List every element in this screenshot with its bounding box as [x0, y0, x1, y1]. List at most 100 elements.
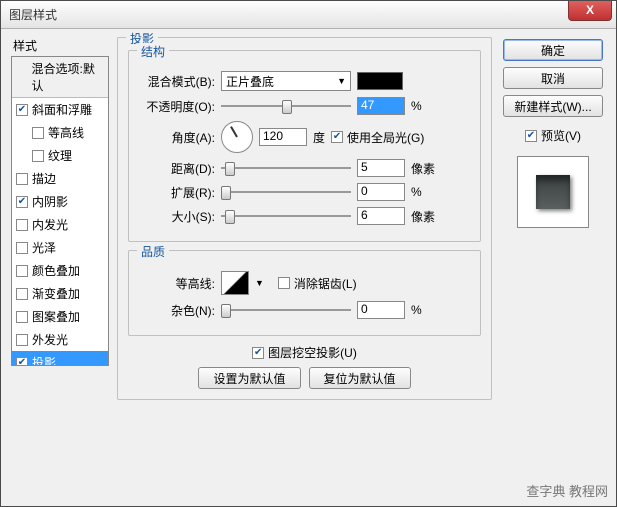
style-item[interactable]: 内阴影	[12, 190, 108, 213]
style-item[interactable]: 描边	[12, 167, 108, 190]
dialog-body: 样式 混合选项:默认 斜面和浮雕等高线纹理描边内阴影内发光光泽颜色叠加渐变叠加图…	[1, 29, 616, 506]
checkbox-icon[interactable]	[16, 357, 28, 367]
style-item[interactable]: 光泽	[12, 236, 108, 259]
style-item-label: 图案叠加	[32, 308, 80, 325]
checkbox-icon	[525, 130, 537, 142]
structure-title: 结构	[137, 43, 169, 60]
checkbox-icon[interactable]	[16, 196, 28, 208]
style-item[interactable]: 斜面和浮雕	[12, 98, 108, 121]
reset-default-button[interactable]: 复位为默认值	[309, 367, 411, 389]
size-unit: 像素	[411, 208, 435, 225]
angle-row: 角度(A): 120 度 使用全局光(G)	[139, 121, 470, 153]
style-item-label: 渐变叠加	[32, 285, 80, 302]
noise-input[interactable]: 0	[357, 301, 405, 319]
global-light-label: 使用全局光(G)	[347, 129, 424, 146]
preview-label: 预览(V)	[541, 127, 581, 144]
size-row: 大小(S): 6 像素	[139, 207, 470, 225]
style-item-label: 外发光	[32, 331, 68, 348]
noise-row: 杂色(N): 0 %	[139, 301, 470, 319]
default-buttons-row: 设置为默认值 复位为默认值	[128, 367, 481, 389]
opacity-input[interactable]: 47	[357, 97, 405, 115]
antialias-checkbox[interactable]: 消除锯齿(L)	[278, 275, 357, 292]
style-item[interactable]: 渐变叠加	[12, 282, 108, 305]
style-item-label: 斜面和浮雕	[32, 101, 92, 118]
checkbox-icon[interactable]	[16, 104, 28, 116]
noise-slider[interactable]	[221, 302, 351, 318]
global-light-checkbox[interactable]: 使用全局光(G)	[331, 129, 424, 146]
spread-slider[interactable]	[221, 184, 351, 200]
style-item-label: 等高线	[48, 124, 84, 141]
antialias-label: 消除锯齿(L)	[294, 275, 357, 292]
window-title: 图层样式	[9, 6, 57, 23]
ok-button[interactable]: 确定	[503, 39, 603, 61]
angle-input[interactable]: 120	[259, 128, 307, 146]
spread-input[interactable]: 0	[357, 183, 405, 201]
style-item[interactable]: 图案叠加	[12, 305, 108, 328]
knockout-checkbox[interactable]: 图层挖空投影(U)	[252, 344, 357, 361]
angle-label: 角度(A):	[139, 129, 215, 146]
distance-input[interactable]: 5	[357, 159, 405, 177]
checkbox-icon[interactable]	[16, 334, 28, 346]
preview-swatch	[517, 156, 589, 228]
center-column: 投影 结构 混合模式(B): 正片叠底 ▼ 不透明度(O):	[117, 37, 492, 496]
blend-mode-row: 混合模式(B): 正片叠底 ▼	[139, 71, 470, 91]
shadow-color-swatch[interactable]	[357, 72, 403, 90]
distance-slider[interactable]	[221, 160, 351, 176]
opacity-row: 不透明度(O): 47 %	[139, 97, 470, 115]
drop-shadow-group: 投影 结构 混合模式(B): 正片叠底 ▼ 不透明度(O):	[117, 37, 492, 400]
style-item-label: 光泽	[32, 239, 56, 256]
angle-dial[interactable]	[221, 121, 253, 153]
opacity-slider[interactable]	[221, 98, 351, 114]
style-item[interactable]: 纹理	[12, 144, 108, 167]
structure-group: 结构 混合模式(B): 正片叠底 ▼ 不透明度(O):	[128, 50, 481, 242]
left-column: 样式 混合选项:默认 斜面和浮雕等高线纹理描边内阴影内发光光泽颜色叠加渐变叠加图…	[11, 37, 109, 496]
distance-label: 距离(D):	[139, 160, 215, 177]
distance-unit: 像素	[411, 160, 435, 177]
style-item[interactable]: 外发光	[12, 328, 108, 351]
style-item[interactable]: 内发光	[12, 213, 108, 236]
angle-unit: 度	[313, 129, 325, 146]
knockout-label: 图层挖空投影(U)	[268, 344, 357, 361]
checkbox-icon	[331, 131, 343, 143]
checkbox-icon	[252, 347, 264, 359]
checkbox-icon[interactable]	[32, 127, 44, 139]
checkbox-icon[interactable]	[16, 219, 28, 231]
blend-mode-value: 正片叠底	[226, 73, 274, 90]
style-list: 混合选项:默认 斜面和浮雕等高线纹理描边内阴影内发光光泽颜色叠加渐变叠加图案叠加…	[11, 56, 109, 366]
blend-options-header[interactable]: 混合选项:默认	[12, 57, 108, 98]
size-label: 大小(S):	[139, 208, 215, 225]
checkbox-icon[interactable]	[32, 150, 44, 162]
spread-row: 扩展(R): 0 %	[139, 183, 470, 201]
contour-dropdown-icon[interactable]: ▼	[255, 278, 264, 288]
style-item[interactable]: 颜色叠加	[12, 259, 108, 282]
spread-label: 扩展(R):	[139, 184, 215, 201]
close-button[interactable]: X	[568, 1, 612, 21]
contour-picker[interactable]	[221, 271, 249, 295]
preview-checkbox[interactable]: 预览(V)	[525, 127, 581, 144]
noise-unit: %	[411, 303, 422, 317]
checkbox-icon[interactable]	[16, 288, 28, 300]
titlebar: 图层样式 X	[1, 1, 616, 29]
opacity-label: 不透明度(O):	[139, 98, 215, 115]
checkbox-icon[interactable]	[16, 173, 28, 185]
new-style-button[interactable]: 新建样式(W)...	[503, 95, 603, 117]
style-item[interactable]: 投影	[12, 351, 108, 366]
cancel-button[interactable]: 取消	[503, 67, 603, 89]
style-item[interactable]: 等高线	[12, 121, 108, 144]
checkbox-icon[interactable]	[16, 242, 28, 254]
style-item-label: 颜色叠加	[32, 262, 80, 279]
contour-label: 等高线:	[139, 275, 215, 292]
noise-label: 杂色(N):	[139, 302, 215, 319]
checkbox-icon[interactable]	[16, 265, 28, 277]
opacity-unit: %	[411, 99, 422, 113]
make-default-button[interactable]: 设置为默认值	[198, 367, 300, 389]
size-input[interactable]: 6	[357, 207, 405, 225]
blend-mode-select[interactable]: 正片叠底 ▼	[221, 71, 351, 91]
quality-title: 品质	[137, 243, 169, 260]
size-slider[interactable]	[221, 208, 351, 224]
style-item-label: 内发光	[32, 216, 68, 233]
styles-label: 样式	[11, 37, 109, 54]
blend-mode-label: 混合模式(B):	[139, 73, 215, 90]
distance-row: 距离(D): 5 像素	[139, 159, 470, 177]
checkbox-icon[interactable]	[16, 311, 28, 323]
